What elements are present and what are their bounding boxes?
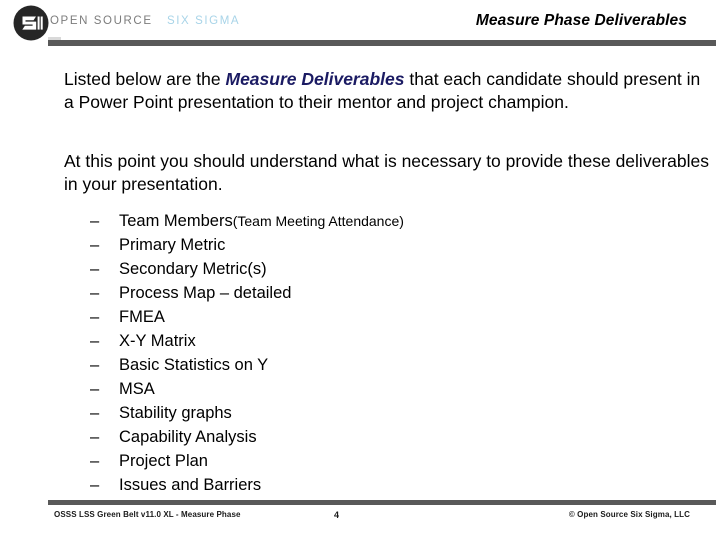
intro-paragraph: Listed below are the Measure Deliverable…	[64, 68, 709, 114]
slide-body: Listed below are the Measure Deliverable…	[64, 68, 709, 196]
footer-divider	[48, 500, 716, 505]
oss-circle-logo-icon	[12, 4, 50, 42]
intro-emphasis: Measure Deliverables	[225, 69, 405, 89]
list-item-label: Stability graphs	[119, 404, 232, 422]
list-item: – FMEA	[90, 308, 650, 332]
list-item-label: Issues and Barriers	[119, 476, 262, 494]
dash-bullet-icon: –	[90, 332, 100, 350]
list-item-sublabel: (Team Meeting Attendance)	[232, 213, 404, 229]
list-item-label: X-Y Matrix	[119, 332, 196, 350]
list-item-label: Team Members	[119, 212, 233, 230]
brand-wordmark: OPEN SOURCE SIX SIGMA	[50, 15, 240, 27]
list-item: – Basic Statistics on Y	[90, 356, 650, 380]
dash-bullet-icon: –	[90, 452, 100, 470]
dash-bullet-icon: –	[90, 380, 100, 398]
list-item: – Stability graphs	[90, 404, 650, 428]
dash-bullet-icon: –	[90, 476, 100, 494]
list-item: – Primary Metric	[90, 236, 650, 260]
slide-footer: OSSS LSS Green Belt v11.0 XL - Measure P…	[0, 510, 720, 526]
brand-wordmark-primary: OPEN SOURCE	[50, 15, 153, 27]
dash-bullet-icon: –	[90, 260, 100, 278]
list-item-label: FMEA	[119, 308, 165, 326]
list-item: – Process Map – detailed	[90, 284, 650, 308]
dash-bullet-icon: –	[90, 404, 100, 422]
list-item-label: Secondary Metric(s)	[119, 260, 267, 278]
dash-bullet-icon: –	[90, 308, 100, 326]
list-item-label: Process Map – detailed	[119, 284, 292, 302]
footer-copyright: © Open Source Six Sigma, LLC	[568, 510, 690, 519]
dash-bullet-icon: –	[90, 236, 100, 254]
list-item: – Secondary Metric(s)	[90, 260, 650, 284]
slide: OPEN SOURCE SIX SIGMA Measure Phase Deli…	[0, 0, 720, 540]
list-item: – Project Plan	[90, 452, 650, 476]
list-item-label: Project Plan	[119, 452, 208, 470]
list-item-label: Primary Metric	[119, 236, 226, 254]
page-number: 4	[334, 510, 340, 520]
dash-bullet-icon: –	[90, 284, 100, 302]
list-item: – Team Members (Team Meeting Attendance)	[90, 212, 650, 236]
list-item-label: Capability Analysis	[119, 428, 257, 446]
secondary-paragraph: At this point you should understand what…	[64, 151, 709, 194]
footer-course-label: OSSS LSS Green Belt v11.0 XL - Measure P…	[54, 510, 241, 519]
page-title: Measure Phase Deliverables	[475, 12, 687, 29]
dash-bullet-icon: –	[90, 356, 100, 374]
brand-wordmark-secondary: SIX SIGMA	[166, 15, 241, 27]
list-item-label: MSA	[119, 380, 155, 398]
header-divider	[48, 40, 716, 46]
list-item: – Issues and Barriers	[90, 476, 650, 500]
list-item-label: Basic Statistics on Y	[119, 356, 269, 374]
intro-text-before: Listed below are the	[64, 69, 226, 89]
dash-bullet-icon: –	[90, 428, 100, 446]
dash-bullet-icon: –	[90, 212, 100, 230]
list-item: – MSA	[90, 380, 650, 404]
slide-header: OPEN SOURCE SIX SIGMA Measure Phase Deli…	[0, 0, 720, 48]
deliverables-list: – Team Members (Team Meeting Attendance)…	[90, 212, 650, 500]
list-item: – X-Y Matrix	[90, 332, 650, 356]
list-item: – Capability Analysis	[90, 428, 650, 452]
